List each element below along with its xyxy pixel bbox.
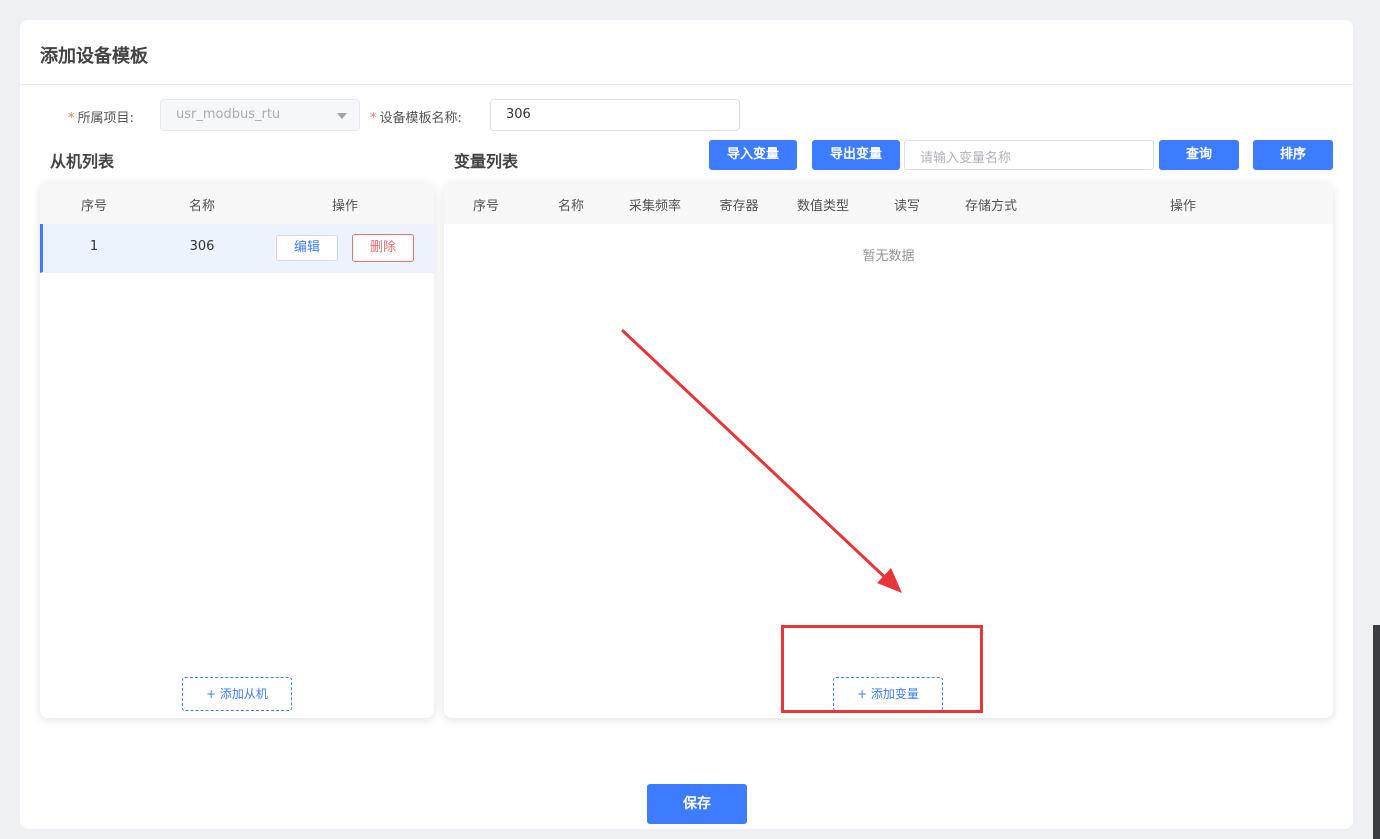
slave-table-header: 序号 名称 操作 bbox=[40, 183, 434, 224]
column-header: 读写 bbox=[893, 199, 921, 214]
column-header: 寄存器 bbox=[719, 199, 759, 214]
required-mark: * bbox=[68, 111, 75, 126]
edit-button[interactable]: 编辑 bbox=[276, 235, 338, 261]
window-edge-dark bbox=[1373, 625, 1380, 839]
project-select-value: usr_modbus_rtu bbox=[176, 107, 281, 122]
slave-name: 306 bbox=[189, 239, 215, 254]
variable-list-title: 变量列表 bbox=[454, 152, 519, 171]
column-header: 存储方式 bbox=[964, 199, 1018, 214]
column-header: 采集频率 bbox=[628, 199, 682, 214]
title-divider bbox=[20, 84, 1353, 85]
column-header: 序号 bbox=[472, 199, 500, 214]
template-name-input[interactable]: 306 bbox=[490, 99, 740, 131]
column-header: 数值类型 bbox=[796, 199, 850, 214]
dialog-title: 添加设备模板 bbox=[40, 46, 148, 67]
variable-table-header: 序号 名称 采集频率 寄存器 数值类型 读写 存储方式 操作 bbox=[444, 183, 1333, 224]
project-label: * 所属项目: bbox=[68, 111, 134, 126]
annotation-highlight-box bbox=[781, 625, 983, 713]
delete-button[interactable]: 删除 bbox=[352, 234, 414, 262]
export-variables-button[interactable]: 导出变量 bbox=[812, 140, 900, 170]
template-name-label: * 设备模板名称: bbox=[370, 111, 462, 126]
column-header: 操作 bbox=[331, 199, 359, 214]
save-button[interactable]: 保存 bbox=[647, 784, 747, 824]
slave-list-title: 从机列表 bbox=[50, 152, 115, 171]
required-mark: * bbox=[370, 111, 377, 126]
variable-search-input[interactable]: 请输入变量名称 bbox=[904, 140, 1154, 170]
import-variables-button[interactable]: 导入变量 bbox=[709, 140, 797, 170]
add-device-template-dialog: 添加设备模板 * 所属项目: usr_modbus_rtu * 设备模板名称: 30… bbox=[20, 20, 1353, 829]
column-header: 名称 bbox=[557, 199, 585, 214]
column-header: 操作 bbox=[1169, 199, 1197, 214]
slave-list-panel: 序号 名称 操作 1 306 编辑 删除 + 添加从机 bbox=[40, 183, 434, 718]
empty-state-text: 暂无数据 bbox=[862, 249, 915, 264]
chevron-down-icon bbox=[337, 113, 347, 119]
table-row[interactable]: 1 306 编辑 删除 bbox=[40, 224, 434, 273]
project-select[interactable]: usr_modbus_rtu bbox=[160, 99, 360, 131]
slave-index: 1 bbox=[89, 239, 99, 254]
query-button[interactable]: 查询 bbox=[1159, 140, 1239, 170]
add-slave-button[interactable]: + 添加从机 bbox=[182, 677, 292, 711]
sort-button[interactable]: 排序 bbox=[1253, 140, 1333, 170]
column-header: 名称 bbox=[188, 199, 216, 214]
column-header: 序号 bbox=[80, 199, 108, 214]
